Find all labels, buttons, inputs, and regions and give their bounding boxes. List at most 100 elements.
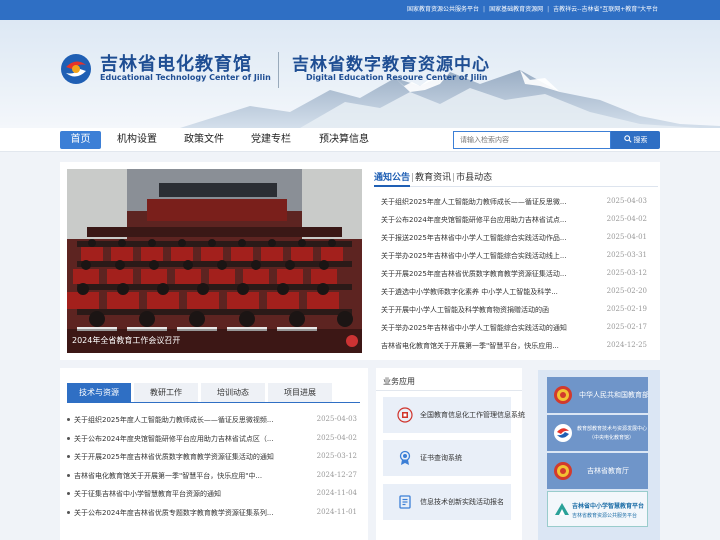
news-item-title: 关于组织2025年度人工智能助力教师成长——循证反思微...: [381, 198, 567, 206]
resource-list-item[interactable]: 吉林省电化教育馆关于开展第一季"智慧平台，快乐应用"中... 2024-12-27: [67, 471, 357, 481]
tab-notices[interactable]: 通知公告: [374, 173, 410, 183]
news-item-title: 关于开展中小学人工智能及科学教育物资捐赠活动的函: [381, 306, 549, 314]
nav-item-party[interactable]: 党建专栏: [244, 131, 298, 149]
certificate-icon: [399, 450, 411, 465]
resource-list-item[interactable]: 关于开展2025年度吉林省优质数字教育教学资源征集活动的通知 2025-03-12: [67, 452, 357, 462]
top-link-2[interactable]: 国家基础教育资源网: [489, 6, 543, 13]
resource-item-title: 关于组织2025年度人工智能助力教师成长——循证反思微视频...: [74, 416, 274, 424]
site-header: 吉林省电化教育馆 Educational Technology Center o…: [0, 20, 720, 128]
news-tabs: 通知公告|教育资讯|市县动态: [374, 173, 493, 183]
resource-item-date: 2025-04-03: [316, 415, 357, 423]
slideshow-photo[interactable]: 2024年全省教育工作会议召开: [67, 169, 362, 353]
resource-list-item[interactable]: 关于公布2024年度吉林省优质专题数字教育教学资源征集系列... 2024-11-…: [67, 508, 357, 518]
resource-item-date: 2025-04-02: [316, 433, 357, 442]
logo-icon: [61, 54, 91, 84]
business-item-management-system[interactable]: 全国教育信息化工作管理信息系统: [383, 397, 525, 433]
tab-tech-resources[interactable]: 技术与资源: [67, 383, 131, 402]
business-item-label: 证书查询系统: [420, 454, 462, 462]
news-item-title: 吉林省电化教育馆关于开展第一季"智慧平台，快乐应用...: [381, 342, 559, 350]
bullet-icon: [67, 510, 70, 514]
header-divider: [278, 52, 279, 88]
resource-item-date: 2024-11-04: [316, 489, 357, 497]
news-item-date: 2025-02-17: [606, 323, 647, 331]
bullet-icon: [67, 436, 70, 440]
news-list-item[interactable]: 关于举办2025年吉林省中小学人工智能综合实践活动线上... 2025-03-31: [381, 251, 647, 261]
news-list-item[interactable]: 关于举办2025年吉林省中小学人工智能综合实践活动的通知 2025-02-17: [381, 323, 647, 333]
org-name-en: Educational Technology Center of Jilin: [100, 73, 271, 82]
side-link-ncet[interactable]: 教育部教育技术与资源发展中心 （中央电化教育馆）: [547, 415, 648, 451]
top-link-1[interactable]: 国家教育资源公共服务平台: [407, 6, 479, 13]
business-divider: [376, 390, 522, 391]
news-item-title: 关于开展2025年度吉林省优质数字教育教学资源征集活动...: [381, 270, 567, 278]
resource-item-date: 2025-03-12: [316, 452, 357, 460]
news-item-title: 关于公布2024年度央馆智能研修平台应用助力吉林省试点...: [381, 216, 567, 224]
news-item-date: 2025-04-02: [606, 215, 647, 223]
slideshow-indicator[interactable]: [346, 335, 358, 347]
nav-item-organization[interactable]: 机构设置: [110, 131, 164, 149]
side-link-jilin-edu[interactable]: 吉林省教育厅: [547, 453, 648, 489]
resource-list-item[interactable]: 关于征集吉林省中小学智慧教育平台资源的通知 2024-11-04: [67, 489, 357, 499]
resource-list-item[interactable]: 关于公布2024年度央馆智能研修平台应用助力吉林省试点区（... 2025-04-…: [67, 434, 357, 444]
bullet-icon: [67, 418, 70, 421]
center-name-en: Digital Education Resoure Center of Jili…: [306, 73, 488, 82]
side-link-label: 中华人民共和国教育部: [579, 391, 648, 399]
side-link-sublabel: 吉林省教育资源公共服务平台: [572, 513, 638, 519]
resource-item-title: 关于公布2024年度吉林省优质专题数字教育教学资源征集系列...: [74, 508, 274, 517]
side-link-label: 吉林省教育厅: [587, 467, 629, 475]
business-title: 业务应用: [383, 377, 415, 386]
slideshow-caption: 2024年全省教育工作会议召开: [67, 329, 362, 353]
search-button-label: 搜索: [633, 136, 648, 144]
smart-education-logo-icon: [555, 503, 569, 515]
news-list-item[interactable]: 关于公布2024年度央馆智能研修平台应用助力吉林省试点... 2025-04-02: [381, 215, 647, 225]
resource-item-title: 关于公布2024年度央馆智能研修平台应用助力吉林省试点区（...: [74, 434, 274, 443]
news-item-date: 2025-03-12: [606, 269, 647, 277]
business-item-label: 信息技术创新实践活动报名: [420, 498, 504, 506]
bullet-icon: [67, 455, 70, 458]
side-link-smart-platform[interactable]: 吉林省中小学智慧教育平台 吉林省教育资源公共服务平台: [547, 491, 648, 527]
center-name-cn: 吉林省数字教育资源中心: [292, 55, 490, 75]
ncet-logo-icon: [554, 424, 572, 442]
search-button[interactable]: 搜索: [611, 131, 660, 149]
side-link-moe[interactable]: 中华人民共和国教育部: [547, 377, 648, 413]
top-links: 国家教育资源公共服务平台 | 国家基础教育资源网 | 吉教祥云--吉林省"互联网+教育"…: [407, 6, 658, 13]
news-list-item[interactable]: 关于开展2025年度吉林省优质数字教育教学资源征集活动... 2025-03-12: [381, 269, 647, 279]
meeting-photo-image: [67, 169, 362, 353]
news-item-date: 2025-04-01: [606, 233, 647, 241]
side-link-label: 吉林省中小学智慧教育平台: [572, 503, 645, 510]
news-item-title: 关于遴选中小学教师数字化素养 中小学人工智能及科学...: [381, 288, 558, 296]
side-link-sublabel: （中央电化教育馆）: [589, 435, 635, 441]
top-link-3[interactable]: 吉教祥云--吉林省"互联网+教育"大平台: [553, 6, 658, 13]
resource-item-date: 2024-11-01: [316, 507, 357, 516]
news-list-item[interactable]: 吉林省电化教育馆关于开展第一季"智慧平台，快乐应用... 2024-12-25: [381, 341, 647, 351]
provincial-emblem-icon: [554, 462, 572, 480]
tab-education-news[interactable]: 教育资讯: [415, 173, 451, 183]
tab-project-progress[interactable]: 项目进展: [268, 383, 332, 402]
news-item-date: 2025-03-31: [606, 251, 647, 259]
resource-item-title: 吉林省电化教育馆关于开展第一季"智慧平台，快乐应用"中...: [74, 471, 263, 480]
search-input[interactable]: [453, 131, 611, 149]
news-tabs-divider: [374, 186, 658, 187]
search-icon: [623, 135, 632, 143]
news-item-title: 关于举办2025年吉林省中小学人工智能综合实践活动的通知: [381, 324, 567, 332]
tab-teaching-research[interactable]: 教研工作: [134, 383, 198, 402]
management-system-icon: [397, 407, 413, 423]
nav-item-budget[interactable]: 预决算信息: [311, 131, 377, 149]
news-tab-active-indicator: [374, 185, 410, 187]
news-list-item[interactable]: 关于遴选中小学教师数字化素养 中小学人工智能及科学... 2025-02-20: [381, 287, 647, 297]
business-item-registration[interactable]: 信息技术创新实践活动报名: [383, 484, 511, 520]
bullet-icon: [67, 492, 70, 495]
resource-item-date: 2024-12-27: [316, 470, 357, 479]
tab-training[interactable]: 培训动态: [201, 383, 265, 402]
news-list-item[interactable]: 关于开展中小学人工智能及科学教育物资捐赠活动的函 2025-02-19: [381, 305, 647, 315]
news-item-title: 关于报送2025年吉林省中小学人工智能综合实践活动作品...: [381, 234, 567, 242]
side-link-label: 教育部教育技术与资源发展中心: [577, 426, 648, 432]
news-list-item[interactable]: 关于组织2025年度人工智能助力教师成长——循证反思微... 2025-04-03: [381, 197, 647, 207]
nav-item-home[interactable]: 首页: [60, 131, 101, 149]
resources-tabs-line: [67, 402, 360, 403]
news-list-item[interactable]: 关于报送2025年吉林省中小学人工智能综合实践活动作品... 2025-04-01: [381, 233, 647, 243]
nav-item-policy[interactable]: 政策文件: [177, 131, 231, 149]
resource-list-item[interactable]: 关于组织2025年度人工智能助力教师成长——循证反思微视频... 2025-04-…: [67, 415, 357, 425]
business-item-certificate-query[interactable]: 证书查询系统: [383, 440, 511, 476]
tab-city-county-news[interactable]: 市县动态: [456, 173, 492, 183]
top-bar: 国家教育资源公共服务平台 | 国家基础教育资源网 | 吉教祥云--吉林省"互联网+教育"…: [0, 0, 720, 20]
